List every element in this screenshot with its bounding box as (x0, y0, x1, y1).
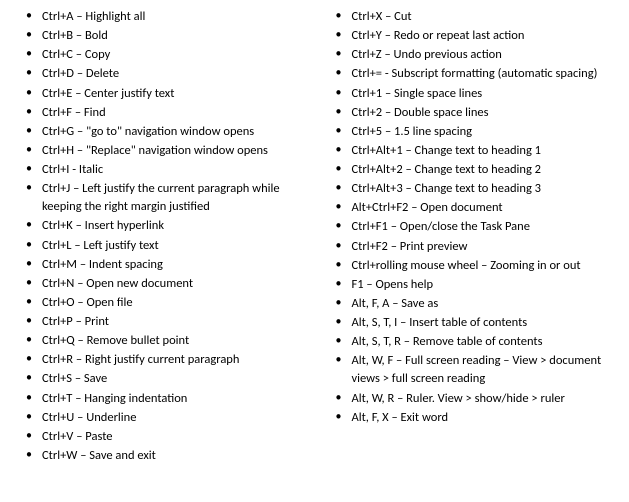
list-item: Alt, F, A – Save as (330, 295, 610, 313)
list-item: Ctrl+E – Center justify text (20, 85, 300, 103)
list-item: Ctrl+rolling mouse wheel – Zooming in or… (330, 257, 610, 275)
list-item: Ctrl+H – "Replace" navigation window ope… (20, 142, 300, 160)
list-item: Ctrl+Alt+3 – Change text to heading 3 (330, 180, 610, 198)
list-item: Ctrl+L – Left justify text (20, 237, 300, 255)
list-item: Ctrl+Y – Redo or repeat last action (330, 27, 610, 45)
list-item: Ctrl+F – Find (20, 104, 300, 122)
list-item: Ctrl+Z – Undo previous action (330, 46, 610, 64)
list-item: Ctrl+X – Cut (330, 8, 610, 26)
list-item: Ctrl+N – Open new document (20, 275, 300, 293)
list-item: Ctrl+B – Bold (20, 27, 300, 45)
list-item: Ctrl+2 – Double space lines (330, 104, 610, 122)
list-item: Alt+Ctrl+F2 – Open document (330, 199, 610, 217)
list-item: Alt, W, R – Ruler. View > show/hide > ru… (330, 390, 610, 408)
list-item: F1 – Opens help (330, 276, 610, 294)
list-item: Ctrl+Alt+2 – Change text to heading 2 (330, 161, 610, 179)
list-item: Ctrl+S – Save (20, 370, 300, 388)
list-item: Alt, S, T, R – Remove table of contents (330, 333, 610, 351)
list-item: Ctrl+F2 – Print preview (330, 238, 610, 256)
shortcut-columns: Ctrl+A – Highlight allCtrl+B – BoldCtrl+… (20, 8, 609, 466)
list-item: Ctrl+O – Open file (20, 294, 300, 312)
list-item: Ctrl+= - Subscript formatting (automatic… (330, 65, 610, 83)
list-item: Ctrl+K – Insert hyperlink (20, 217, 300, 235)
list-item: Ctrl+I - Italic (20, 161, 300, 179)
list-item: Ctrl+T – Hanging indentation (20, 390, 300, 408)
list-item: Ctrl+R – Right justify current paragraph (20, 351, 300, 369)
list-item: Ctrl+J – Left justify the current paragr… (20, 180, 300, 216)
list-item: Ctrl+G – "go to" navigation window opens (20, 123, 300, 141)
shortcut-col-2: Ctrl+X – CutCtrl+Y – Redo or repeat last… (330, 8, 610, 466)
list-item: Ctrl+Alt+1 – Change text to heading 1 (330, 142, 610, 160)
shortcut-col-1: Ctrl+A – Highlight allCtrl+B – BoldCtrl+… (20, 8, 300, 466)
list-item: Ctrl+1 – Single space lines (330, 85, 610, 103)
list-item: Ctrl+M – Indent spacing (20, 256, 300, 274)
list-item: Ctrl+P – Print (20, 313, 300, 331)
list-item: Alt, S, T, I – Insert table of contents (330, 314, 610, 332)
shortcut-list-2: Ctrl+X – CutCtrl+Y – Redo or repeat last… (330, 8, 610, 427)
list-item: Alt, F, X – Exit word (330, 409, 610, 427)
list-item: Ctrl+V – Paste (20, 428, 300, 446)
list-item: Ctrl+W – Save and exit (20, 447, 300, 465)
list-item: Ctrl+U – Underline (20, 409, 300, 427)
list-item: Ctrl+F1 – Open/close the Task Pane (330, 218, 610, 236)
list-item: Ctrl+C – Copy (20, 46, 300, 64)
list-item: Ctrl+5 – 1.5 line spacing (330, 123, 610, 141)
list-item: Ctrl+A – Highlight all (20, 8, 300, 26)
list-item: Alt, W, F – Full screen reading – View >… (330, 352, 610, 388)
shortcut-list-1: Ctrl+A – Highlight allCtrl+B – BoldCtrl+… (20, 8, 300, 465)
list-item: Ctrl+Q – Remove bullet point (20, 332, 300, 350)
list-item: Ctrl+D – Delete (20, 65, 300, 83)
